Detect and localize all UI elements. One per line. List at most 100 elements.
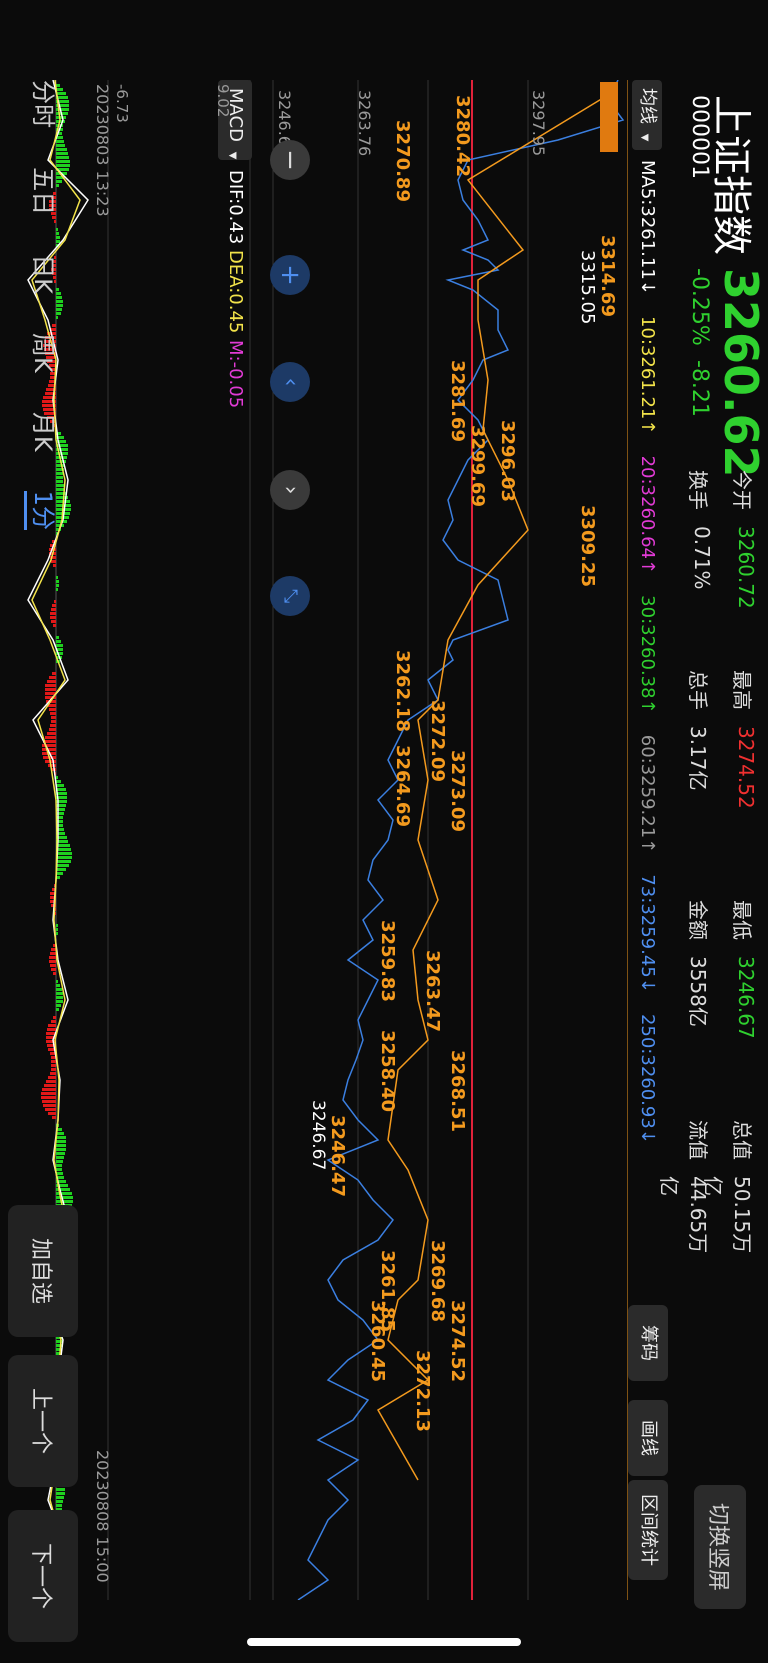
macd-bar: [56, 588, 58, 591]
collapse-button[interactable]: ⤡: [270, 576, 310, 616]
range-stats-button[interactable]: 区间统计: [628, 1480, 668, 1580]
annotation: 3268.51: [447, 1050, 468, 1132]
macd-bar: [56, 1496, 64, 1499]
stat-value: 3558亿: [686, 956, 710, 1027]
macd-bar: [56, 1004, 61, 1007]
macd-bar: [56, 1152, 65, 1155]
stat-value: 3274.52: [734, 726, 758, 809]
next-button[interactable]: 下一个: [8, 1510, 78, 1642]
switch-portrait-button[interactable]: 切换竖屏: [694, 1485, 746, 1609]
annotation: 3273.09: [447, 750, 468, 832]
macd-bar: [42, 1088, 56, 1091]
stat-label: 最低: [730, 900, 754, 940]
ma-value: 73:3259.45↓: [637, 874, 658, 993]
macd-bar: [51, 1060, 56, 1063]
macd-bar: [56, 864, 69, 867]
macd-bar: [56, 1504, 62, 1507]
annotation: 3281.69: [447, 360, 468, 442]
annotation: 3269.68: [427, 1240, 448, 1322]
macd-bar: [48, 1076, 56, 1079]
price-axis-label: 3263.76: [355, 90, 374, 157]
macd-bar: [56, 1500, 63, 1503]
zoom-in-button[interactable]: +: [270, 255, 310, 295]
stat-label: 换手: [686, 470, 710, 510]
tab-daily[interactable]: 日K: [29, 254, 57, 294]
tab-1min[interactable]: 1分: [24, 490, 57, 530]
macd-bar: [49, 728, 56, 731]
macd-bar: [47, 680, 56, 683]
ma-value: MA5:3261.11↓: [637, 160, 658, 295]
macd-bar: [50, 616, 56, 619]
macd-bar: [56, 996, 63, 999]
ma-selector[interactable]: 均线 ▼: [632, 80, 662, 150]
ma-selector-label: 均线: [637, 88, 658, 124]
macd-bar: [56, 868, 66, 871]
macd-bar: [42, 1100, 56, 1103]
ma-value: 60:3259.21↑: [637, 734, 658, 854]
macd-bar: [45, 1108, 56, 1111]
macd-bar: [48, 764, 56, 767]
macd-bar: [45, 688, 56, 691]
scroll-right-button[interactable]: ›: [270, 470, 310, 510]
macd-bar: [56, 1136, 66, 1139]
macd-axis-bottom: -6.73: [113, 84, 131, 123]
macd-bar: [56, 584, 59, 587]
ma-value: 30:3260.38↑: [637, 595, 658, 714]
scroll-left-button[interactable]: ‹: [270, 362, 310, 402]
ma-value: 10:3261.21↑: [637, 315, 658, 435]
macd-bar: [56, 1000, 63, 1003]
tab-intraday[interactable]: 分时: [29, 80, 57, 128]
macd-bar: [56, 928, 58, 931]
macd-bar: [48, 1112, 56, 1115]
draw-line-button[interactable]: 画线: [628, 1400, 668, 1476]
macd-bar: [56, 580, 59, 583]
tab-monthly[interactable]: 月K: [29, 412, 57, 452]
macd-bar: [56, 784, 64, 787]
prev-button[interactable]: 上一个: [8, 1355, 78, 1487]
macd-bar: [56, 932, 58, 935]
tab-five-day[interactable]: 五日: [29, 167, 57, 215]
macd-bar: [41, 1096, 56, 1099]
add-watchlist-button[interactable]: 加自选: [8, 1205, 78, 1337]
macd-bar: [49, 708, 56, 711]
stat-label: 金额: [686, 900, 710, 940]
macd-bar: [56, 1156, 64, 1159]
stat-label: 今开: [730, 470, 754, 510]
macd-dif: DIF:0.43: [225, 170, 246, 245]
ma-value: 250:3260.93↓: [637, 1013, 658, 1144]
macd-bar: [56, 984, 60, 987]
stat-value: 3246.67: [734, 956, 758, 1039]
macd-bar: [56, 1144, 66, 1147]
highlight-marker: [600, 82, 618, 152]
macd-bar: [49, 676, 56, 679]
stat-value: 3.17亿: [686, 726, 710, 791]
macd-bar: [56, 644, 63, 647]
macd-bar: [52, 672, 56, 675]
macd-bar: [51, 1020, 56, 1023]
kline-chart[interactable]: [0, 80, 628, 1600]
stat-value: 44.65万亿: [657, 1176, 710, 1254]
tab-weekly[interactable]: 周K: [29, 333, 57, 373]
stat-value: 0.71%: [690, 526, 714, 590]
macd-bar: [56, 776, 58, 779]
zoom-out-button[interactable]: −: [270, 140, 310, 180]
landscape-stage: 上证指数 3260.62 000001 -0.25% -8.21 今开 3260…: [0, 0, 768, 1663]
annotation: 3315.05: [577, 250, 598, 325]
chip-button[interactable]: 筹码: [628, 1305, 668, 1381]
annotation: 3259.83: [377, 920, 398, 1002]
macd-bar: [56, 1008, 59, 1011]
macd-bar: [43, 1104, 56, 1107]
macd-bar: [45, 684, 56, 687]
annotation: 3263.47: [422, 950, 443, 1032]
annotation: 3258.40: [377, 1030, 398, 1112]
annotation: 3260.45: [367, 1300, 388, 1382]
macd-bar: [46, 1080, 56, 1083]
macd-bar: [53, 1016, 56, 1019]
macd-bar: [47, 732, 56, 735]
stats-block: 今开 3260.72 最高 3274.52 最低 3246.67 总值 50.1…: [657, 470, 758, 1270]
macd-bar: [56, 1160, 63, 1163]
annotation: 3246.67: [308, 1100, 328, 1171]
change-pct: -0.25%: [687, 268, 712, 346]
current-price: 3260.62: [714, 268, 768, 478]
macd-dea: DEA:0.45: [225, 250, 246, 334]
